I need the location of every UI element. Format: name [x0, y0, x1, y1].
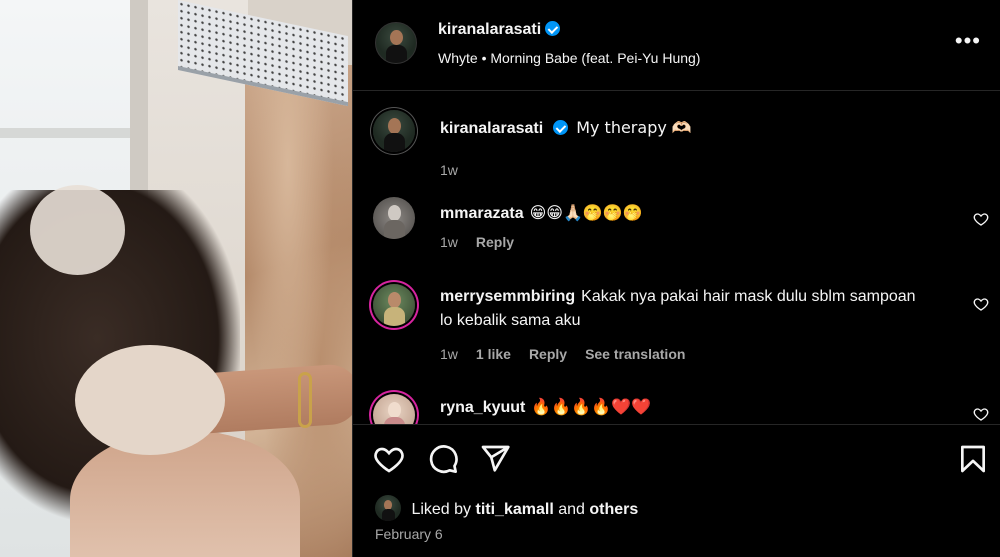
verified-badge-icon	[553, 120, 569, 135]
caption-username[interactable]: kiranalarasati	[440, 120, 543, 137]
like-comment-heart-icon[interactable]	[973, 406, 989, 422]
post-media[interactable]	[0, 0, 352, 557]
author-row: kiranalarasati	[438, 21, 561, 39]
verified-badge-icon	[545, 21, 561, 36]
window-frame	[0, 128, 135, 138]
see-translation-button[interactable]: See translation	[585, 346, 685, 362]
comment-meta: 1w Reply	[440, 234, 532, 250]
liked-by-row[interactable]: Liked by titi_kamall and others	[375, 495, 638, 521]
author-username[interactable]: kiranalarasati	[438, 21, 541, 38]
like-comment-heart-icon[interactable]	[973, 211, 989, 227]
liked-by-others[interactable]: others	[589, 501, 638, 518]
liked-by-prefix: Liked by	[411, 501, 472, 518]
reply-button[interactable]: Reply	[529, 346, 567, 362]
shoulder	[70, 430, 300, 557]
comment-text: 🔥🔥🔥🔥❤️❤️	[531, 397, 651, 416]
share-paper-plane-icon[interactable]	[479, 443, 511, 475]
bangle	[298, 372, 312, 428]
commenter-avatar[interactable]	[373, 197, 415, 239]
liked-by-user[interactable]: titi_kamall	[476, 501, 554, 518]
commenter-avatar[interactable]	[373, 284, 415, 326]
caption-text-row: kiranalarasati My therapy 🫶🏻	[440, 116, 930, 141]
comment-text-row: ryna_kyuut 🔥🔥🔥🔥❤️❤️	[440, 395, 930, 420]
comment-username[interactable]: ryna_kyuut	[440, 399, 525, 416]
comment-likes[interactable]: 1 like	[476, 346, 511, 362]
comments-list[interactable]: kiranalarasati My therapy 🫶🏻 1w mmarazata…	[353, 92, 1000, 424]
comment-time[interactable]: 1w	[440, 234, 458, 250]
comment-username[interactable]: mmarazata	[440, 205, 524, 222]
caption-avatar[interactable]	[373, 110, 415, 152]
foam	[30, 185, 125, 275]
like-heart-icon[interactable]	[373, 443, 405, 475]
reply-button[interactable]: Reply	[476, 234, 514, 250]
comment-text: 😁😁🙏🏻🤭🤭🤭	[529, 203, 643, 222]
liker-avatar	[375, 495, 401, 521]
audio-track[interactable]: Whyte • Morning Babe (feat. Pei-Yu Hung)	[438, 50, 700, 66]
action-bar	[353, 424, 1000, 557]
liked-by-joiner: and	[558, 501, 585, 518]
more-options-icon[interactable]: •••	[955, 30, 981, 52]
caption-text: My therapy 🫶🏻	[576, 118, 692, 137]
comment-time[interactable]: 1w	[440, 346, 458, 362]
like-comment-heart-icon[interactable]	[973, 296, 989, 312]
comment-meta: 1w 1 like Reply See translation	[440, 346, 703, 362]
post-panel: kiranalarasati Whyte • Morning Babe (fea…	[352, 0, 1000, 557]
commenter-avatar[interactable]	[373, 394, 415, 424]
author-avatar[interactable]	[375, 22, 417, 64]
caption-time[interactable]: 1w	[440, 162, 458, 178]
post-date[interactable]: February 6	[375, 526, 443, 542]
save-bookmark-icon[interactable]	[957, 443, 989, 475]
post-header: kiranalarasati Whyte • Morning Babe (fea…	[353, 0, 1000, 91]
comment-text-row: merrysemmbiring Kakak nya pakai hair mask…	[440, 285, 930, 333]
comment-username[interactable]: merrysemmbiring	[440, 288, 575, 305]
hand-with-foam	[75, 345, 225, 455]
comment-text-row: mmarazata 😁😁🙏🏻🤭🤭🤭	[440, 201, 930, 226]
caption-meta: 1w	[440, 162, 476, 178]
comment-bubble-icon[interactable]	[427, 443, 459, 475]
